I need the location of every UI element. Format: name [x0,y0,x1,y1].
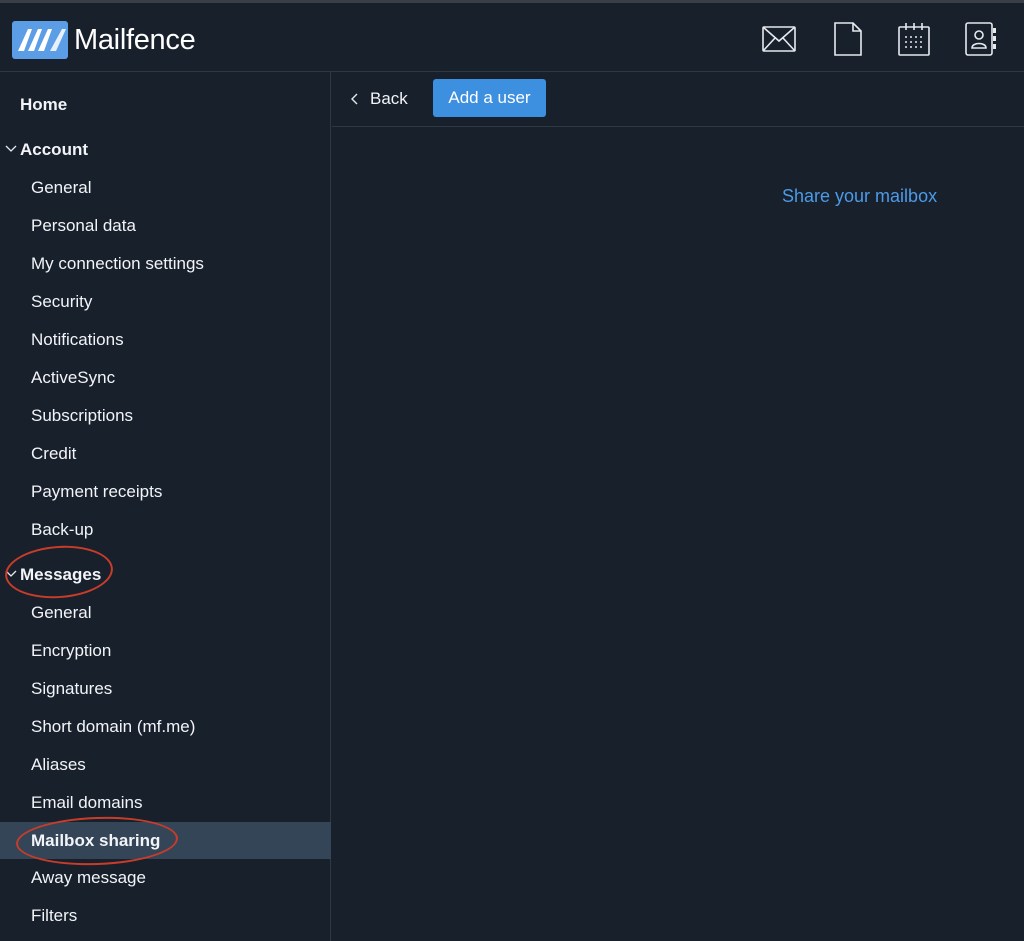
content-toolbar: Back Add a user [332,72,1024,127]
sidebar-item-payment-receipts[interactable]: Payment receipts [0,474,331,510]
sidebar-item-signatures[interactable]: Signatures [0,671,331,707]
sidebar-item-label: Mailbox sharing [31,830,161,850]
mailfence-logo-icon [12,21,68,59]
contacts-icon[interactable] [964,21,998,57]
mail-icon[interactable] [762,21,796,57]
document-icon[interactable] [831,21,865,57]
sidebar-item-activesync[interactable]: ActiveSync [0,360,331,396]
sidebar-section-label: Account [20,140,88,159]
app-window: Mailfence Home Account General Personal … [0,0,1024,941]
sidebar-item-label: General [31,178,92,197]
sidebar-item-label: Notifications [31,330,124,349]
top-bar: Mailfence [0,0,1024,72]
sidebar-item-label: Back-up [31,520,94,539]
back-button[interactable]: Back [350,86,408,112]
sidebar-item-label: ActiveSync [31,368,116,387]
sidebar-item-personal-data[interactable]: Personal data [0,208,331,244]
sidebar-item-encryption[interactable]: Encryption [0,633,331,669]
chevron-down-icon [5,145,17,152]
brand-name: Mailfence [74,23,196,56]
sidebar-item-label: Security [31,292,93,311]
calendar-icon[interactable] [897,21,931,57]
sidebar-item-label: Filters [31,906,78,925]
sidebar-item-label: Short domain (mf.me) [31,717,196,736]
sidebar-item-label: My connection settings [31,254,204,273]
sidebar-item-messages-general[interactable]: General [0,595,331,631]
sidebar-item-general[interactable]: General [0,170,331,206]
sidebar-item-away-message[interactable]: Away message [0,860,331,896]
sidebar-item-email-domains[interactable]: Email domains [0,785,331,821]
sidebar-item-label: Encryption [31,641,112,660]
sidebar-item-back-up[interactable]: Back-up [0,512,331,548]
sidebar-item-subscriptions[interactable]: Subscriptions [0,398,331,434]
sidebar-item-notifications[interactable]: Notifications [0,322,331,358]
sidebar-item-label: Home [20,95,68,114]
chevron-down-icon [5,570,17,577]
sidebar-section-account[interactable]: Account [0,132,331,168]
share-mailbox-link[interactable]: Share your mailbox [782,186,937,207]
sidebar-item-short-domain[interactable]: Short domain (mf.me) [0,709,331,745]
logo[interactable]: Mailfence [12,20,196,60]
sidebar-item-label: Payment receipts [31,482,163,501]
sidebar-item-mailbox-sharing[interactable]: Mailbox sharing [0,822,331,859]
sidebar-item-label: Email domains [31,793,143,812]
sidebar-item-home[interactable]: Home [0,87,331,123]
sidebar-section-label: Messages [20,565,102,584]
sidebar-item-connection-settings[interactable]: My connection settings [0,246,331,282]
sidebar-item-label: Signatures [31,679,113,698]
add-user-button[interactable]: Add a user [433,79,546,117]
sidebar-item-aliases[interactable]: Aliases [0,747,331,783]
sidebar-item-filters[interactable]: Filters [0,898,331,934]
sidebar-item-label: Away message [31,868,146,887]
back-button-label: Back [370,89,408,108]
sidebar-item-label: Personal data [31,216,136,235]
sidebar-item-label: Subscriptions [31,406,134,425]
sidebar-item-security[interactable]: Security [0,284,331,320]
settings-sidebar: Home Account General Personal data My co… [0,72,331,941]
sidebar-item-label: Aliases [31,755,86,774]
sidebar-item-credit[interactable]: Credit [0,436,331,472]
sidebar-item-label: Credit [31,444,77,463]
sidebar-item-label: General [31,603,92,622]
sidebar-section-messages[interactable]: Messages [0,557,331,593]
chevron-left-icon [351,93,358,105]
